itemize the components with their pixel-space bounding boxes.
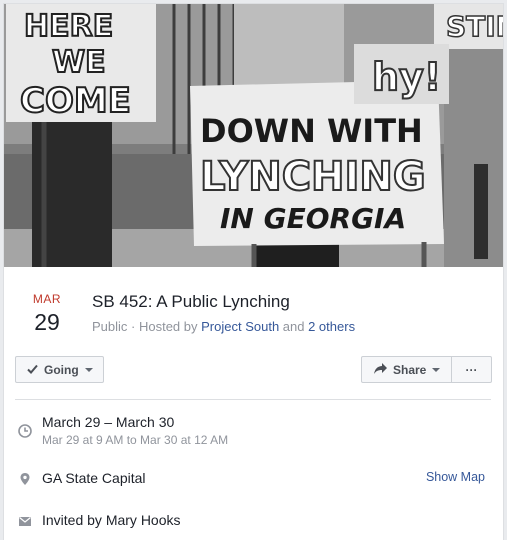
host-link[interactable]: Project South [201, 319, 279, 334]
event-month: MAR [32, 292, 62, 306]
chevron-down-icon [432, 367, 441, 372]
sign-center-line-2: LYNCHING [200, 154, 426, 200]
share-label: Share [393, 362, 427, 377]
sign-right-top: STIN [446, 10, 503, 43]
sign-right-mid: hy! [372, 55, 441, 99]
event-meta: Public · Hosted by Project South and 2 o… [92, 319, 355, 334]
checkmark-icon [27, 363, 38, 377]
event-location[interactable]: GA State Capital [42, 470, 146, 486]
event-date-range[interactable]: March 29 – March 30 [42, 414, 174, 430]
sign-left-line-2: WE [52, 45, 106, 80]
clock-icon [18, 424, 32, 438]
event-time-range: Mar 29 at 9 AM to Mar 30 at 12 AM [42, 433, 229, 447]
event-day: 29 [34, 309, 60, 335]
event-cover-photo[interactable]: HERE WE COME DOWN WITH LYNCHING IN GEORG… [4, 4, 503, 267]
sign-center-line-1: DOWN WITH [200, 112, 423, 150]
sign-left-line-1: HERE [24, 9, 113, 44]
event-date-block: MAR 29 [24, 292, 70, 336]
show-map-link[interactable]: Show Map [426, 470, 485, 484]
other-hosts-link[interactable]: 2 others [308, 319, 355, 334]
sign-center-line-3: IN GEORGIA [220, 202, 406, 235]
location-pin-icon [18, 472, 32, 486]
share-button[interactable]: Share [361, 356, 452, 383]
ellipsis-icon: ··· [465, 362, 478, 377]
event-card: HERE WE COME DOWN WITH LYNCHING IN GEORG… [3, 3, 504, 540]
and-text: and [279, 319, 309, 334]
invited-by-text: Invited by Mary Hooks [42, 512, 181, 528]
divider [15, 399, 491, 400]
event-privacy: Public [92, 319, 128, 334]
going-button[interactable]: Going [15, 356, 104, 383]
more-options-button[interactable]: ··· [451, 356, 492, 383]
sign-left-line-3: COME [20, 81, 131, 121]
envelope-icon [18, 514, 32, 528]
share-arrow-icon [374, 362, 387, 377]
going-label: Going [44, 362, 79, 377]
event-title[interactable]: SB 452: A Public Lynching [92, 292, 290, 312]
chevron-down-icon [84, 367, 93, 372]
hosted-by-prefix: · Hosted by [127, 319, 202, 334]
